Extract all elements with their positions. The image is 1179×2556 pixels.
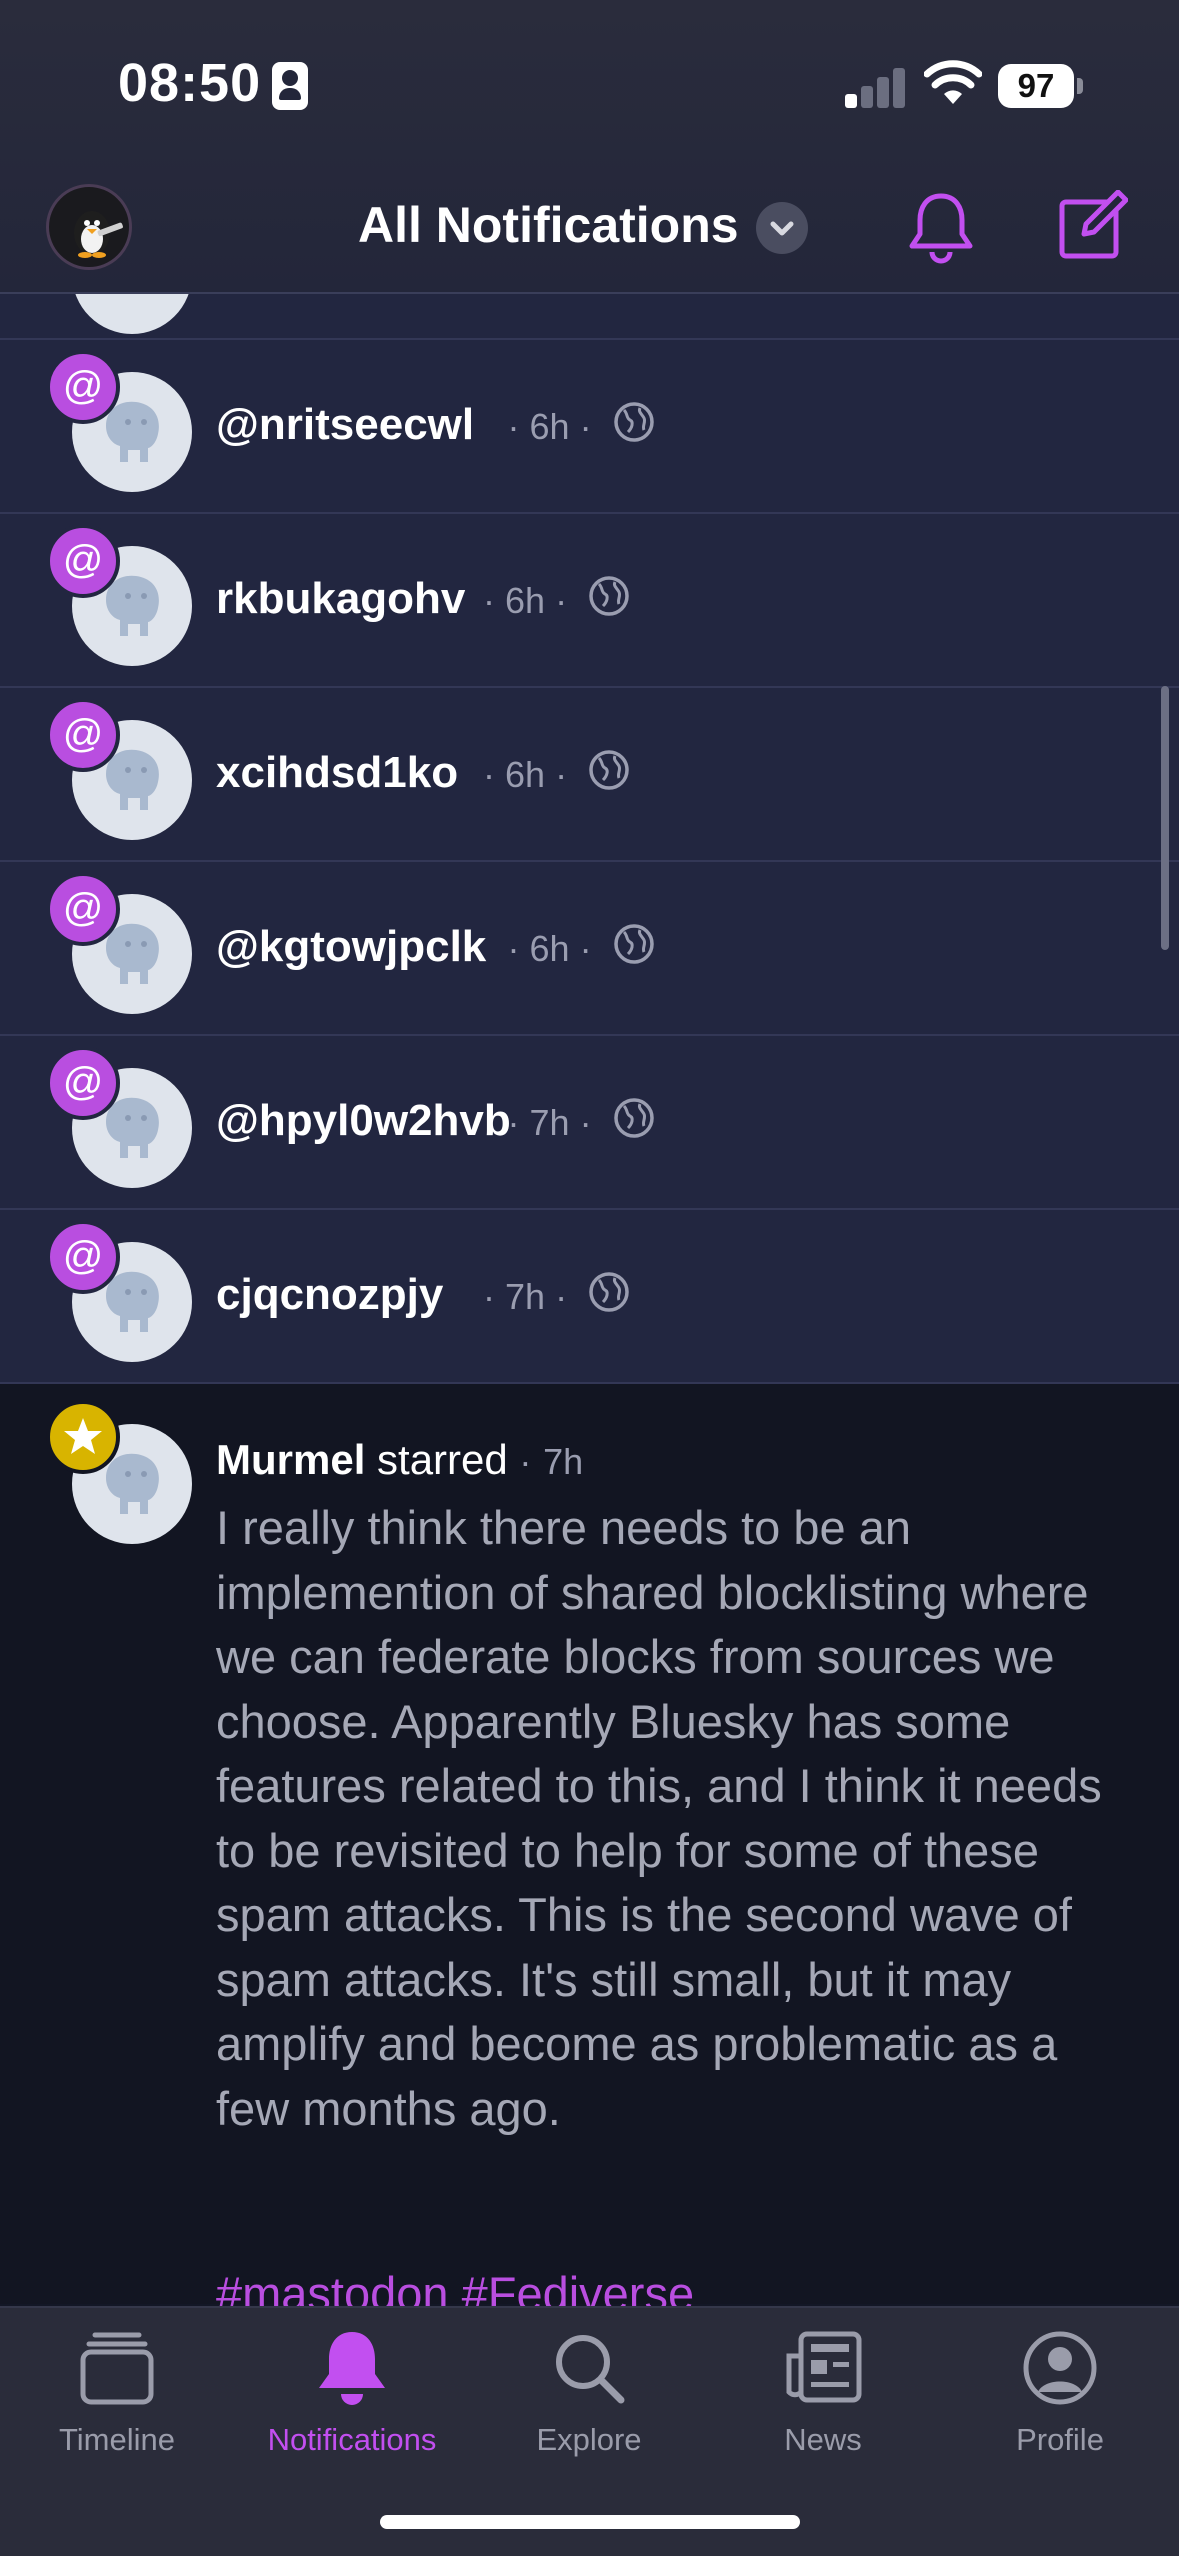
at-sign-icon: @ [46,1046,120,1120]
meta-separator: · [483,754,495,795]
notification-author[interactable]: @nritseecwl [216,400,474,450]
meta-separator: · [555,754,568,795]
meta-separator: · [555,580,568,621]
meta-separator: · [483,1276,495,1317]
meta-separator: · [555,1276,568,1317]
meta-separator: · [579,406,592,447]
tab-timeline[interactable]: Timeline [17,2328,217,2478]
meta-separator: · [507,928,520,969]
search-icon [556,2335,625,2404]
timeline-icon [80,2332,154,2405]
notification-time: 7h [529,1102,570,1143]
notification-meta: · 6h · [508,406,592,448]
notification-time: 6h [529,928,570,969]
notification-author[interactable]: xcihdsd1ko [216,748,458,798]
at-sign-icon: @ [46,872,120,946]
notification-meta: · 6h · [508,928,592,970]
bell-icon [319,2332,385,2405]
tab-explore[interactable]: Explore [489,2328,689,2478]
chevron-down-icon[interactable] [756,202,808,254]
tab-label: Profile [1016,2422,1104,2457]
notification-time: 7h [505,1276,546,1317]
list-item[interactable]: @ @kgtowjpclk · 6h · [0,862,1179,1036]
battery-indicator: 97 [998,64,1074,108]
meta-separator: · [483,580,495,621]
notification-author[interactable]: cjqcnozpjy [216,1270,443,1320]
bell-icon[interactable] [906,190,976,266]
avatar[interactable] [72,294,192,334]
battery-tip [1077,78,1083,94]
at-sign-icon: @ [46,1220,120,1294]
tab-label: Timeline [59,2422,175,2457]
at-sign-icon: @ [46,524,120,598]
list-item[interactable]: @ @hpyl0w2hvb · 7h · [0,1036,1179,1210]
list-item[interactable] [0,294,1179,340]
notification-time: 6h [505,580,546,621]
at-sign-icon: @ [46,350,120,424]
at-sign-icon: @ [46,698,120,772]
notification-meta: · 7h · [483,1276,567,1318]
page-title[interactable]: All Notifications [358,196,739,254]
tab-label: Notifications [267,2422,437,2457]
tab-label: Explore [536,2422,642,2457]
wifi-icon [924,60,982,104]
notification-meta: · 6h · [483,754,567,796]
notification-author[interactable]: @kgtowjpclk [216,922,486,972]
account-avatar[interactable] [46,184,132,270]
meta-separator: · [507,1102,520,1143]
tab-profile[interactable]: Profile [960,2328,1160,2478]
globe-icon [587,1270,631,1314]
notification-time: 6h [529,406,570,447]
notification-author[interactable]: Murmel [216,1436,365,1483]
notification-time: 6h [505,754,546,795]
globe-icon [587,574,631,618]
meta-separator: · [579,1102,592,1143]
globe-icon [612,922,656,966]
list-item[interactable]: Murmel starred · 7h I really think there… [0,1384,1179,2320]
notification-meta: · 7h · [508,1102,592,1144]
list-item[interactable]: @ cjqcnozpjy · 7h · [0,1210,1179,1384]
notification-action: starred [377,1436,508,1483]
person-circle-icon [1023,2331,1097,2405]
star-icon [46,1400,120,1474]
notification-author[interactable]: @hpyl0w2hvb [216,1096,511,1146]
scrollbar[interactable] [1161,686,1169,950]
tab-label: News [784,2422,862,2457]
status-time: 08:50 [118,53,262,113]
list-item[interactable]: @ rkbukagohv · 6h · [0,514,1179,688]
meta-separator: · [519,1441,532,1482]
post-body[interactable]: I really think there needs to be an impl… [216,1496,1116,2141]
tab-news[interactable]: News [723,2328,923,2478]
list-item[interactable]: @ @nritseecwl · 6h · [0,340,1179,514]
newspaper-icon [786,2331,862,2403]
meta-separator: · [507,406,520,447]
list-item[interactable]: @ xcihdsd1ko · 6h · [0,688,1179,862]
globe-icon [587,748,631,792]
notification-list[interactable]: @ @nritseecwl · 6h · @ rkbukagohv · 6h · @ xcih… [0,294,1179,2320]
tab-notifications[interactable]: Notifications [252,2328,452,2478]
cellular-signal-icon [845,66,905,108]
meta-separator: · [579,928,592,969]
notification-time: 7h [543,1441,584,1482]
compose-icon[interactable] [1056,190,1128,262]
notification-meta: · 6h · [483,580,567,622]
notification-header: Murmel starred · 7h [216,1436,583,1484]
home-indicator[interactable] [380,2515,800,2529]
contact-card-icon [272,62,308,110]
globe-icon [612,400,656,444]
globe-icon [612,1096,656,1140]
top-bar: 08:50 97 All Notifications [0,0,1179,294]
notification-author[interactable]: rkbukagohv [216,574,465,624]
